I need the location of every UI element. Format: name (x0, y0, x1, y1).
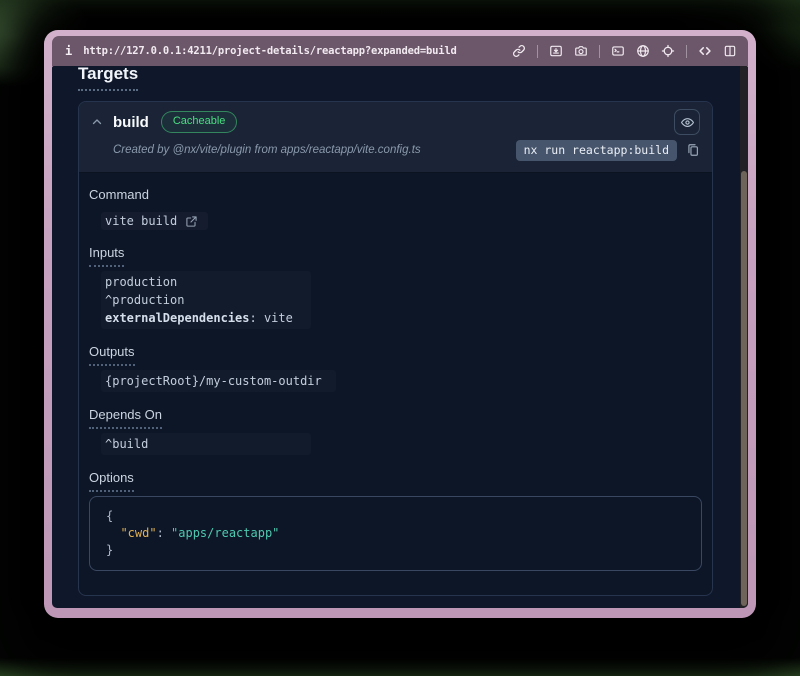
address-url[interactable]: http://127.0.0.1:4211/project-details/re… (83, 45, 456, 57)
output-item: {projectRoot}/my-custom-outdir (105, 372, 322, 390)
target-crosshair-icon[interactable] (661, 44, 675, 58)
depends-on-list: ^build (101, 433, 311, 455)
depends-on-section-label[interactable]: Depends On (89, 407, 162, 429)
input-item: production (105, 273, 297, 291)
json-cwd-line: "cwd": "apps/reactapp" (106, 525, 685, 542)
project-details-content: Targets build Cacheable (52, 66, 740, 608)
command-value: vite build (105, 214, 177, 228)
terminal-icon[interactable] (611, 44, 625, 58)
run-command-chip: nx run reactapp:build (516, 140, 677, 161)
options-json-block: { "cwd": "apps/reactapp" } (89, 496, 702, 571)
input-item-kv: externalDependencies: vite (105, 309, 297, 327)
json-open-brace: { (106, 508, 685, 525)
chevron-up-icon[interactable] (91, 116, 103, 128)
split-view-icon[interactable] (723, 44, 737, 58)
screenshot-frame-icon[interactable] (549, 44, 563, 58)
build-header-row[interactable]: build Cacheable (91, 110, 700, 134)
globe-icon[interactable] (636, 44, 650, 58)
toolbar-divider (686, 45, 687, 58)
outputs-list: {projectRoot}/my-custom-outdir (101, 370, 336, 392)
input-item: ^production (105, 291, 297, 309)
target-name: build (113, 114, 149, 131)
targets-heading: Targets (78, 66, 138, 91)
browser-toolbar: i http://127.0.0.1:4211/project-details/… (52, 36, 748, 66)
cacheable-badge: Cacheable (161, 111, 238, 133)
page-viewport: Targets build Cacheable (52, 66, 748, 608)
build-card-body: Command vite build Inputs production ^pr… (79, 173, 712, 595)
build-card-header: build Cacheable Created by @nx/vite/plug… (79, 102, 712, 173)
code-icon[interactable] (698, 44, 712, 58)
outputs-section-label[interactable]: Outputs (89, 344, 135, 366)
depends-on-item: ^build (105, 435, 297, 453)
external-link-icon[interactable] (185, 215, 198, 228)
scrollbar-thumb[interactable] (741, 171, 747, 606)
view-target-graph-button[interactable] (674, 109, 700, 135)
build-header-subrow: Created by @nx/vite/plugin from apps/rea… (91, 140, 700, 160)
command-value-row: vite build (101, 212, 208, 230)
toolbar-divider (599, 45, 600, 58)
created-by-text: Created by @nx/vite/plugin from apps/rea… (113, 144, 421, 156)
eye-icon (680, 115, 695, 130)
command-section-label: Command (89, 187, 149, 203)
inputs-section-label[interactable]: Inputs (89, 245, 124, 267)
target-card-build: build Cacheable Created by @nx/vite/plug… (78, 101, 713, 596)
link-icon[interactable] (512, 44, 526, 58)
toolbar-divider (537, 45, 538, 58)
toolbar-actions (512, 44, 737, 58)
scrollbar-track[interactable] (740, 66, 748, 608)
options-section-label[interactable]: Options (89, 470, 134, 492)
json-close-brace: } (106, 542, 685, 559)
info-icon: i (65, 44, 72, 58)
copy-icon[interactable] (686, 143, 700, 157)
inputs-list: production ^production externalDependenc… (101, 271, 311, 329)
browser-preview-window: i http://127.0.0.1:4211/project-details/… (44, 30, 756, 618)
camera-icon[interactable] (574, 44, 588, 58)
desktop-background: { "browser": { "info_symbol": "i", "url"… (0, 0, 800, 676)
